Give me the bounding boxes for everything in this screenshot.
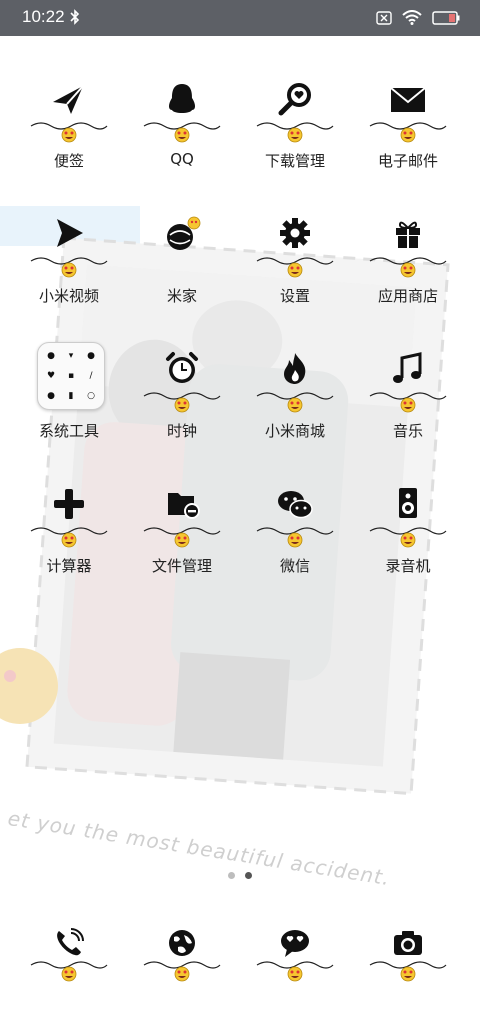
vine-emoji-decoration [369, 527, 447, 548]
app-label: 便签 [53, 152, 84, 170]
vine-emoji-decoration [256, 527, 334, 548]
app-calculator[interactable]: 计算器 [13, 485, 125, 615]
vine-emoji-decoration [30, 122, 108, 143]
vine-emoji-decoration [143, 392, 221, 413]
envelope-icon [390, 87, 426, 112]
app-label: QQ [170, 150, 194, 168]
app-label: 计算器 [46, 557, 92, 575]
plus-icon [54, 489, 84, 519]
browser-globe-icon [169, 930, 195, 956]
vine-emoji-decoration [143, 961, 221, 982]
gear-icon [280, 218, 310, 248]
camera-icon [394, 931, 422, 955]
app-qq[interactable]: QQ [126, 80, 238, 210]
vine-emoji-decoration [369, 122, 447, 143]
app-label: 音乐 [392, 422, 423, 440]
app-mi-mall[interactable]: 小米商城 [239, 350, 351, 480]
app-label: 应用商店 [377, 287, 438, 305]
app-recorder[interactable]: 录音机 [352, 485, 464, 615]
gift-icon [396, 221, 420, 248]
app-file-manager[interactable]: 文件管理 [126, 485, 238, 615]
app-label: 时钟 [166, 422, 197, 440]
dock-camera[interactable] [352, 927, 464, 987]
dock-browser[interactable] [126, 927, 238, 987]
vine-emoji-decoration [256, 392, 334, 413]
sim-x-icon [376, 10, 392, 25]
bluetooth-icon [70, 9, 80, 25]
vine-emoji-decoration [256, 961, 334, 982]
page-dot-1[interactable] [228, 872, 235, 879]
dock-messages[interactable] [239, 927, 351, 987]
app-label: 设置 [279, 287, 310, 305]
chat-bubbles-icon [278, 491, 313, 519]
status-time: 10:22 [22, 7, 65, 26]
page-dot-2-active[interactable] [245, 872, 252, 879]
app-label: 小米商城 [264, 422, 325, 440]
app-system-tools[interactable]: ● ▾ ● ♥ ▪ / ● ▮ ○ 系统工具 [13, 342, 125, 480]
app-label: 文件管理 [151, 557, 212, 575]
app-label: 系统工具 [38, 422, 99, 440]
message-heart-icon [281, 930, 309, 957]
vine-emoji-decoration [369, 257, 447, 278]
alarm-clock-icon [166, 352, 198, 383]
app-label: 录音机 [385, 557, 431, 575]
speaker-icon [399, 488, 417, 518]
app-label: 米家 [166, 287, 197, 305]
vine-emoji-decoration [30, 257, 108, 278]
vine-emoji-decoration [143, 527, 221, 548]
flame-icon [284, 353, 306, 384]
wifi-icon [402, 10, 422, 25]
play-arrow-icon [57, 219, 83, 247]
vine-emoji-decoration [256, 122, 334, 143]
app-store[interactable]: 应用商店 [352, 215, 464, 345]
vine-emoji-decoration [256, 257, 334, 278]
app-wechat[interactable]: 微信 [239, 485, 351, 615]
status-bar: 10:22 [0, 0, 480, 36]
music-note-icon [393, 352, 422, 383]
penguin-icon [169, 84, 195, 113]
vine-emoji-decoration [369, 961, 447, 982]
vine-emoji-decoration [143, 122, 221, 143]
folder-icon: ● ▾ ● ♥ ▪ / ● ▮ ○ [37, 342, 105, 410]
vine-emoji-decoration [369, 392, 447, 413]
page-indicator[interactable] [228, 872, 252, 879]
app-label: 小米视频 [38, 287, 99, 305]
battery-icon [432, 10, 460, 25]
app-downloads[interactable]: 下载管理 [239, 80, 351, 210]
app-settings[interactable]: 设置 [239, 215, 351, 345]
sphere-icon [167, 216, 201, 250]
app-email[interactable]: 电子邮件 [352, 80, 464, 210]
app-mi-video[interactable]: 小米视频 [13, 215, 125, 345]
paper-plane-icon [53, 85, 84, 114]
app-label: 下载管理 [264, 152, 325, 170]
app-clock[interactable]: 时钟 [126, 350, 238, 480]
vine-emoji-decoration [30, 527, 108, 548]
app-notes[interactable]: 便签 [13, 80, 125, 210]
app-label: 电子邮件 [377, 152, 438, 170]
phone-icon [57, 928, 84, 956]
vine-emoji-decoration [30, 961, 108, 982]
dock-phone[interactable] [13, 927, 125, 987]
app-label: 微信 [279, 557, 310, 575]
file-folder-icon [168, 493, 200, 519]
magnifier-heart-icon [278, 83, 311, 116]
app-music[interactable]: 音乐 [352, 350, 464, 480]
app-mi-home[interactable]: 米家 [126, 215, 238, 345]
